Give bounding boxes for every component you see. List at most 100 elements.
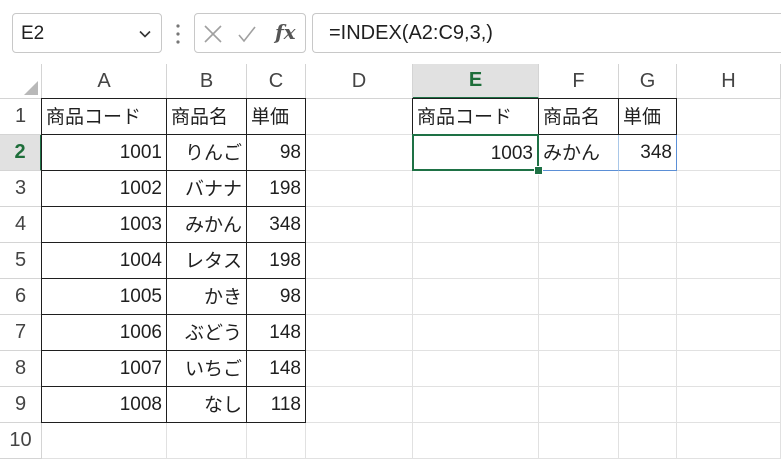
row-header-10[interactable]: 10: [0, 423, 42, 459]
row-header-5[interactable]: 5: [0, 243, 42, 279]
active-cell-e2[interactable]: 1003: [412, 134, 539, 171]
cell[interactable]: [306, 351, 413, 387]
cell[interactable]: [42, 423, 167, 459]
table-cell[interactable]: 1004: [41, 242, 167, 279]
cell[interactable]: [413, 171, 539, 207]
cell[interactable]: [619, 351, 677, 387]
cell[interactable]: [619, 423, 677, 459]
row-header-2[interactable]: 2: [0, 135, 42, 171]
cell[interactable]: [306, 99, 413, 135]
cell[interactable]: [306, 243, 413, 279]
cell[interactable]: [413, 423, 539, 459]
cell[interactable]: [619, 315, 677, 351]
table-cell[interactable]: なし: [166, 386, 247, 423]
cell[interactable]: [619, 243, 677, 279]
cell[interactable]: [413, 243, 539, 279]
table-cell[interactable]: 198: [246, 242, 306, 279]
column-header-h[interactable]: H: [677, 64, 781, 99]
row-header-4[interactable]: 4: [0, 207, 42, 243]
insert-function-button[interactable]: fx: [275, 20, 296, 44]
column-header-b[interactable]: B: [167, 64, 247, 99]
cell[interactable]: [677, 351, 781, 387]
row-header-7[interactable]: 7: [0, 315, 42, 351]
table-cell[interactable]: 1005: [41, 278, 167, 315]
column-header-f[interactable]: F: [539, 64, 619, 99]
cell[interactable]: [413, 315, 539, 351]
cell[interactable]: [167, 423, 247, 459]
cell[interactable]: [677, 423, 781, 459]
table-cell[interactable]: 118: [246, 386, 306, 423]
cell[interactable]: [677, 171, 781, 207]
cell[interactable]: [619, 387, 677, 423]
cell[interactable]: [539, 243, 619, 279]
table-cell[interactable]: 148: [246, 314, 306, 351]
column-header-c[interactable]: C: [247, 64, 306, 99]
table-cell[interactable]: 348: [246, 206, 306, 243]
select-all-button[interactable]: [0, 64, 42, 99]
row-header-6[interactable]: 6: [0, 279, 42, 315]
table-cell[interactable]: 単価: [246, 98, 306, 135]
cell[interactable]: [539, 387, 619, 423]
table-cell[interactable]: 1008: [41, 386, 167, 423]
cell[interactable]: [677, 207, 781, 243]
row-header-8[interactable]: 8: [0, 351, 42, 387]
column-header-e[interactable]: E: [413, 64, 539, 99]
table-cell[interactable]: 商品名: [538, 98, 619, 135]
cell[interactable]: [247, 423, 306, 459]
table-cell[interactable]: 1003: [41, 206, 167, 243]
table-cell[interactable]: 198: [246, 170, 306, 207]
table-cell[interactable]: 148: [246, 350, 306, 387]
cell[interactable]: [677, 279, 781, 315]
cell[interactable]: [539, 423, 619, 459]
cell[interactable]: [306, 279, 413, 315]
cell[interactable]: [619, 279, 677, 315]
table-cell[interactable]: りんご: [166, 134, 247, 171]
cell[interactable]: [306, 207, 413, 243]
table-cell[interactable]: みかん: [539, 135, 619, 171]
table-cell[interactable]: 1007: [41, 350, 167, 387]
row-header-9[interactable]: 9: [0, 387, 42, 423]
table-cell[interactable]: 348: [619, 135, 677, 171]
table-cell[interactable]: 商品名: [166, 98, 247, 135]
table-cell[interactable]: 単価: [618, 98, 677, 135]
table-cell[interactable]: 98: [246, 278, 306, 315]
cell[interactable]: [413, 207, 539, 243]
table-cell[interactable]: バナナ: [166, 170, 247, 207]
table-cell[interactable]: かき: [166, 278, 247, 315]
column-header-a[interactable]: A: [42, 64, 167, 99]
cell[interactable]: [539, 207, 619, 243]
column-header-g[interactable]: G: [619, 64, 677, 99]
cell[interactable]: [619, 207, 677, 243]
cell[interactable]: [306, 387, 413, 423]
column-header-d[interactable]: D: [306, 64, 413, 99]
row-header-3[interactable]: 3: [0, 171, 42, 207]
table-cell[interactable]: 98: [246, 134, 306, 171]
table-cell[interactable]: 1006: [41, 314, 167, 351]
table-cell[interactable]: いちご: [166, 350, 247, 387]
cell[interactable]: [306, 171, 413, 207]
cell[interactable]: [677, 99, 781, 135]
cell[interactable]: [413, 279, 539, 315]
cell[interactable]: [306, 423, 413, 459]
formula-input[interactable]: =INDEX(A2:C9,3,): [312, 13, 781, 53]
cell[interactable]: [677, 315, 781, 351]
table-cell[interactable]: 1001: [41, 134, 167, 171]
cell[interactable]: [306, 135, 413, 171]
cell[interactable]: [539, 315, 619, 351]
table-cell[interactable]: ぶどう: [166, 314, 247, 351]
cell[interactable]: [677, 387, 781, 423]
cell[interactable]: [413, 351, 539, 387]
fill-handle[interactable]: [534, 166, 543, 175]
cell[interactable]: [677, 243, 781, 279]
cell[interactable]: [413, 387, 539, 423]
row-header-1[interactable]: 1: [0, 99, 42, 135]
chevron-down-icon[interactable]: [137, 26, 153, 42]
table-cell[interactable]: 商品コード: [412, 98, 539, 135]
check-icon[interactable]: [237, 24, 257, 44]
table-cell[interactable]: レタス: [166, 242, 247, 279]
cell[interactable]: [677, 135, 781, 171]
close-icon[interactable]: [203, 24, 223, 44]
cell[interactable]: [619, 171, 677, 207]
name-box[interactable]: E2: [12, 13, 162, 53]
table-cell[interactable]: 1002: [41, 170, 167, 207]
